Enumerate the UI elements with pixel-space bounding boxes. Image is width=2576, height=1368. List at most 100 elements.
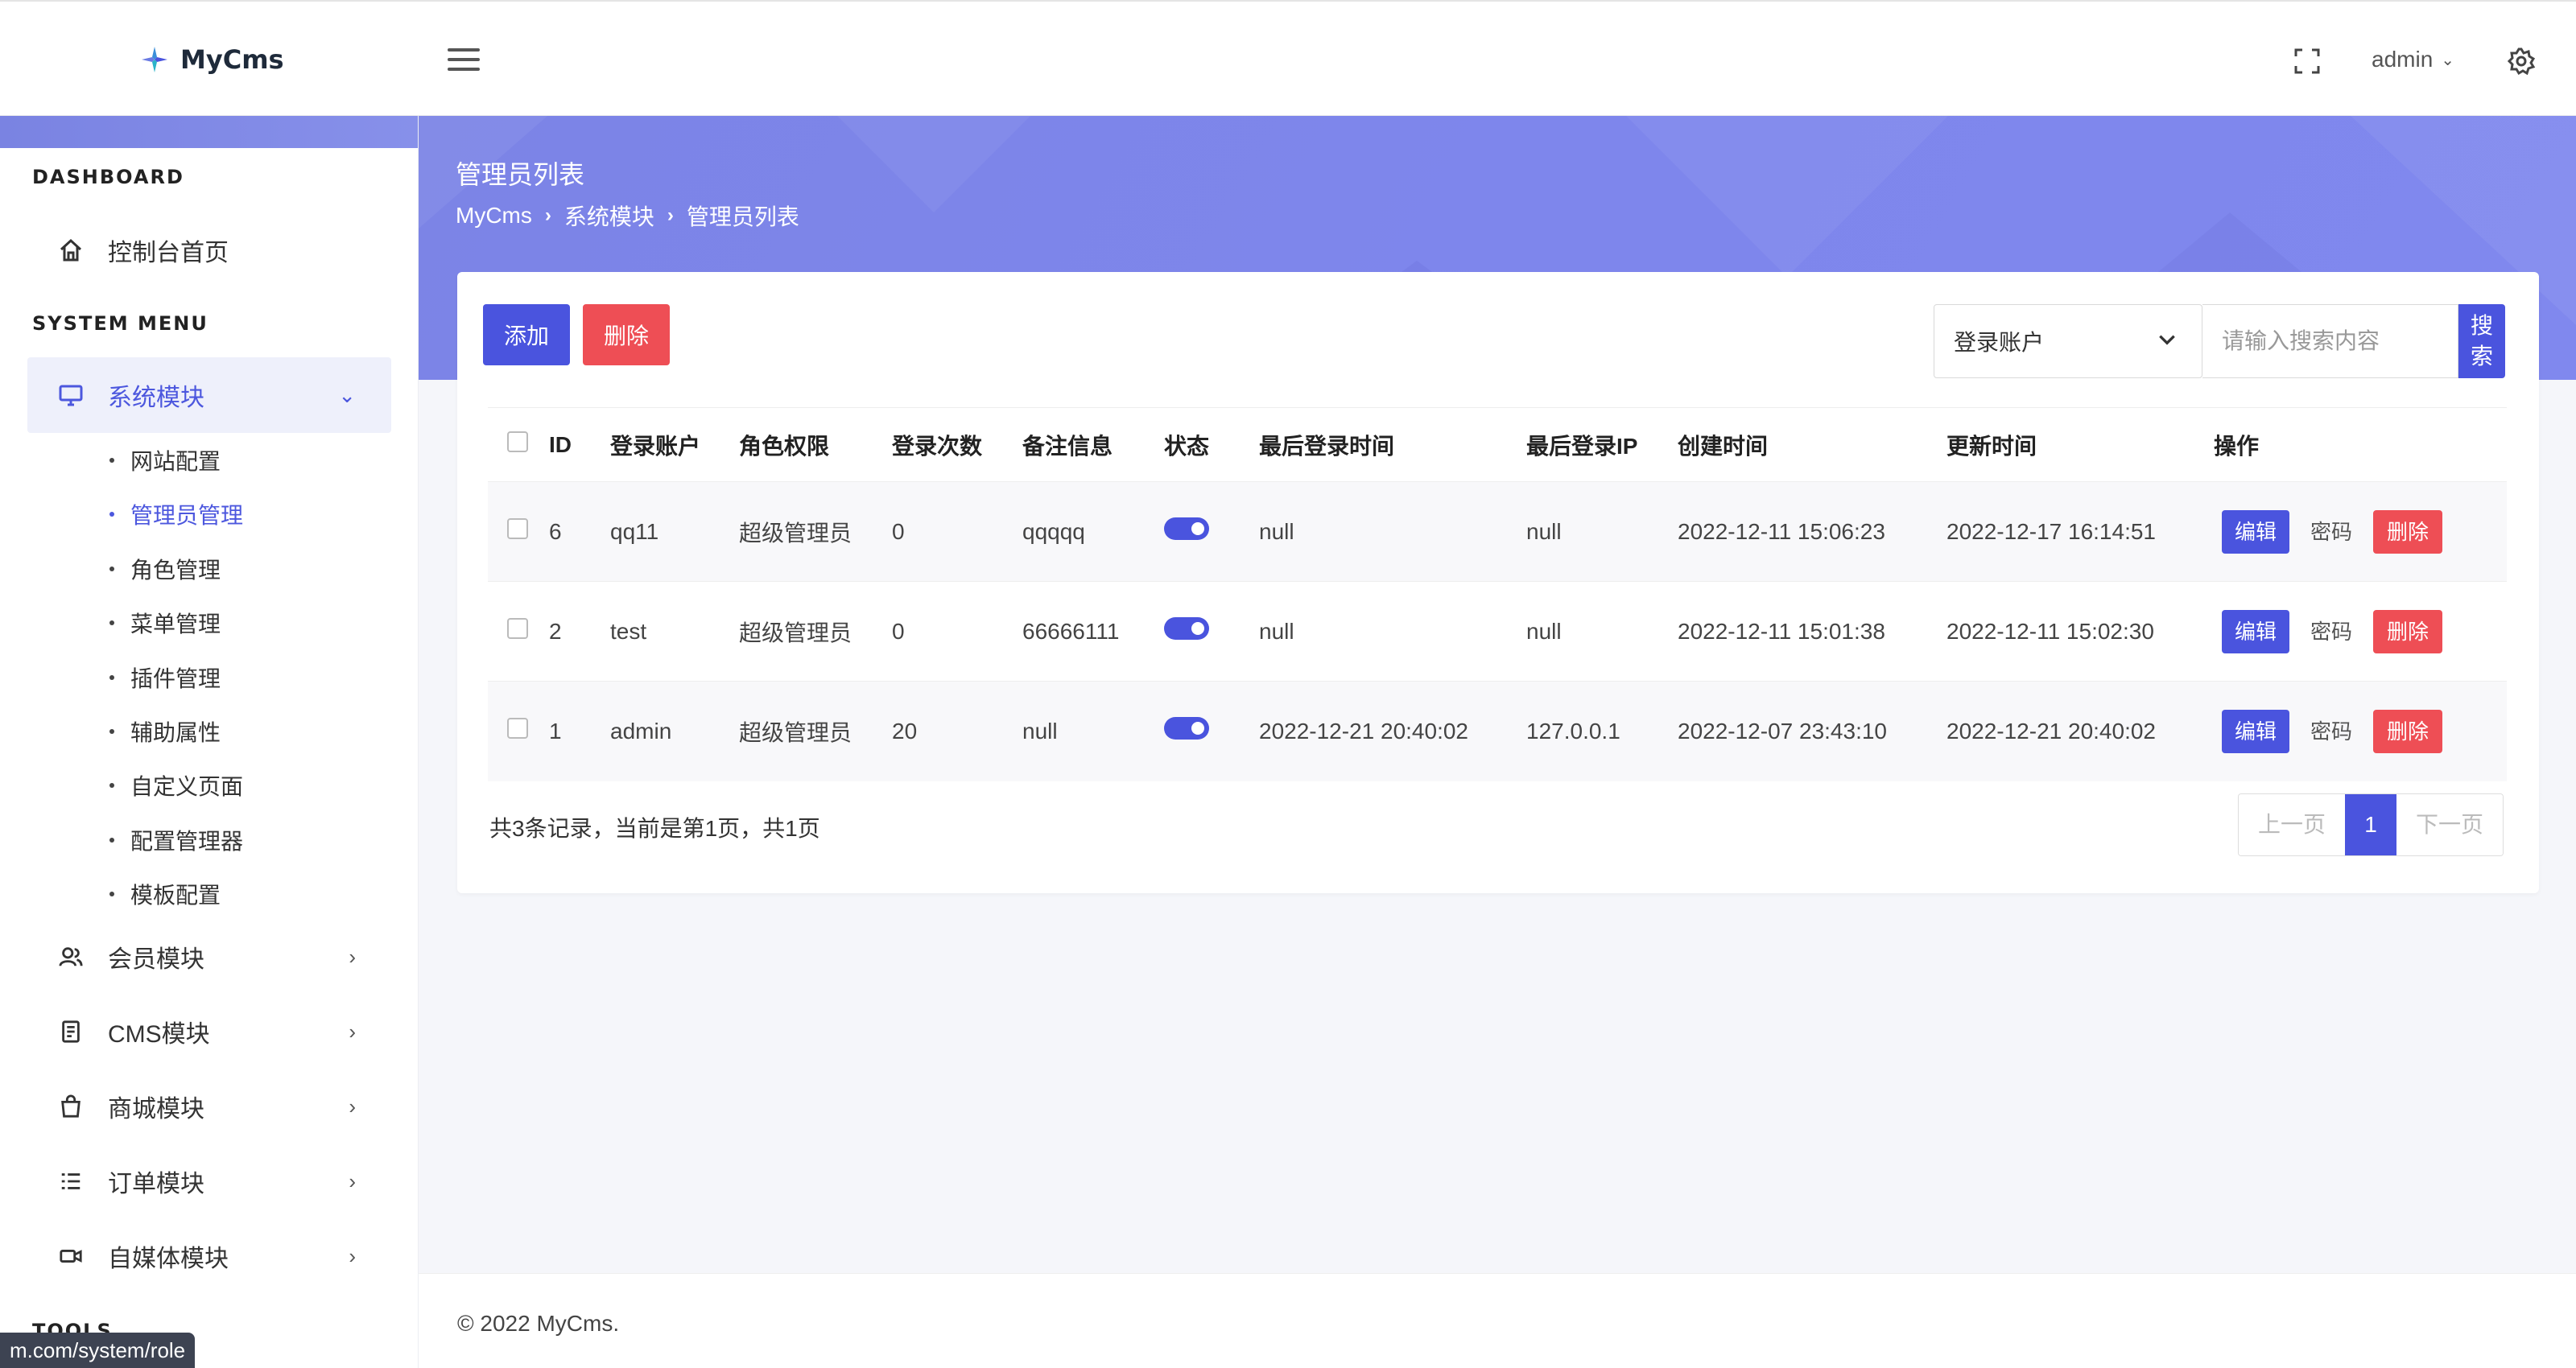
prev-page-button[interactable]: 上一页 (2239, 794, 2345, 855)
cell-last-ip: null (1526, 481, 1678, 582)
sidebar-sub-item[interactable]: 模板配置 (109, 878, 221, 910)
status-toggle[interactable] (1164, 617, 1209, 640)
row-checkbox[interactable] (507, 718, 528, 740)
cell-last-ip: null (1526, 581, 1678, 682)
sidebar-sub-item[interactable]: 辅助属性 (109, 715, 221, 748)
status-toggle[interactable] (1164, 717, 1209, 740)
sidebar-item-member[interactable]: 会员模块 › (27, 919, 391, 995)
bullet-icon (109, 512, 114, 517)
cell-last-login: null (1259, 481, 1526, 582)
password-button[interactable]: 密码 (2297, 510, 2365, 554)
cell-updated: 2022-12-21 20:40:02 (1946, 681, 2214, 781)
sidebar-item-order[interactable]: 订单模块 › (27, 1143, 391, 1219)
delete-button[interactable]: 删除 (583, 304, 670, 365)
section-title-dashboard: DASHBOARD (32, 166, 184, 188)
cell-updated: 2022-12-11 15:02:30 (1946, 581, 2214, 682)
pagination: 上一页 1 下一页 (2238, 793, 2504, 856)
chevron-right-icon: › (544, 204, 551, 226)
header-select-all (488, 407, 549, 482)
sidebar-sub-item-active[interactable]: 管理员管理 (109, 498, 243, 530)
header-cell: 最后登录时间 (1259, 407, 1526, 482)
shopping-bag-icon (56, 1092, 85, 1121)
row-checkbox[interactable] (507, 618, 528, 639)
sidebar-sub-item[interactable]: 配置管理器 (109, 824, 243, 856)
sidebar-item-media[interactable]: 自媒体模块 › (27, 1218, 391, 1294)
header-cell: 登录账户 (610, 407, 739, 482)
edit-button[interactable]: 编辑 (2222, 609, 2289, 653)
cell-last-login: null (1259, 581, 1526, 682)
row-checkbox[interactable] (507, 518, 528, 539)
document-icon (56, 1017, 85, 1046)
breadcrumb: MyCms › 系统模块 › 管理员列表 (456, 200, 799, 232)
gear-icon[interactable] (2507, 47, 2536, 76)
sub-item-label: 自定义页面 (130, 774, 244, 799)
logo-text: MyCms (180, 44, 284, 75)
sidebar-sub-item[interactable]: 自定义页面 (109, 769, 243, 801)
sidebar-item-system[interactable]: 系统模块 ⌄ (27, 357, 391, 433)
page-number-current[interactable]: 1 (2345, 794, 2396, 855)
row-delete-button[interactable]: 删除 (2373, 709, 2442, 753)
breadcrumb-item[interactable]: MyCms (456, 203, 532, 229)
sidebar-item-shop[interactable]: 商城模块 › (27, 1069, 391, 1144)
search-field-select[interactable]: 登录账户 (1934, 304, 2202, 378)
list-icon (56, 1167, 85, 1196)
cell-note: 66666111 (1022, 581, 1164, 682)
sidebar-item-dashboard[interactable]: 控制台首页 (27, 212, 391, 288)
sidebar-item-label: 商城模块 (108, 1096, 204, 1123)
chevron-down-icon (2157, 329, 2178, 356)
search-input[interactable] (2202, 304, 2458, 378)
cell-updated: 2022-12-17 16:14:51 (1946, 481, 2214, 582)
breadcrumb-item[interactable]: 系统模块 (564, 200, 654, 232)
sidebar-sub-item[interactable]: 网站配置 (109, 444, 221, 476)
menu-toggle-icon[interactable] (448, 48, 480, 72)
home-icon (56, 236, 85, 265)
add-button[interactable]: 添加 (483, 304, 570, 365)
bullet-icon (109, 458, 114, 463)
cell-created: 2022-12-07 23:43:10 (1678, 681, 1946, 781)
status-toggle[interactable] (1164, 517, 1209, 540)
row-delete-button[interactable]: 删除 (2373, 509, 2442, 554)
cell-id: 1 (549, 681, 610, 781)
breadcrumb-item-current: 管理员列表 (686, 204, 799, 229)
sidebar-item-label: 会员模块 (108, 946, 204, 973)
user-name: admin (2372, 47, 2434, 72)
password-button[interactable]: 密码 (2297, 710, 2365, 753)
cell-created: 2022-12-11 15:06:23 (1678, 481, 1946, 582)
sidebar-item-cms[interactable]: CMS模块 › (27, 994, 391, 1069)
sidebar-header-band (0, 116, 418, 148)
header-cell: ID (549, 407, 610, 482)
fullscreen-icon[interactable] (2294, 48, 2320, 74)
sidebar-item-label: 控制台首页 (108, 240, 229, 266)
cell-created: 2022-12-11 15:01:38 (1678, 581, 1946, 682)
user-menu[interactable]: admin ⌄ (2372, 47, 2454, 72)
sub-item-label: 模板配置 (130, 883, 221, 908)
select-all-checkbox[interactable] (507, 431, 528, 452)
row-delete-button[interactable]: 删除 (2373, 609, 2442, 653)
sub-item-label: 插件管理 (130, 666, 221, 691)
sidebar-sub-item[interactable]: 菜单管理 (109, 607, 221, 639)
status-bar-url: m.com/system/role (0, 1333, 196, 1368)
edit-button[interactable]: 编辑 (2222, 509, 2289, 554)
password-button[interactable]: 密码 (2297, 610, 2365, 653)
chevron-right-icon: › (667, 204, 674, 226)
pagination-summary: 共3条记录，当前是第1页，共1页 (489, 816, 820, 841)
edit-button[interactable]: 编辑 (2222, 709, 2289, 753)
table-header-row: ID 登录账户 角色权限 登录次数 备注信息 状态 最后登录时间 最后登录IP … (488, 407, 2507, 482)
sidebar-item-label: 系统模块 (108, 385, 204, 411)
chevron-right-icon: › (349, 1019, 356, 1044)
next-page-button[interactable]: 下一页 (2396, 794, 2503, 855)
header-cell: 最后登录IP (1526, 407, 1678, 482)
section-title-system: SYSTEM MENU (32, 312, 208, 335)
cell-logins: 0 (892, 481, 1022, 582)
chevron-right-icon: › (349, 1094, 356, 1119)
cell-ops: 编辑 密码 删除 (2214, 681, 2507, 781)
sidebar: DASHBOARD 控制台首页 SYSTEM MENU 系统模块 ⌄ 网站配置 … (0, 116, 419, 1368)
search-button[interactable]: 搜索 (2458, 304, 2505, 378)
bullet-icon (109, 783, 114, 788)
cell-account: admin (610, 681, 739, 781)
chevron-down-icon: ⌄ (338, 382, 356, 407)
sidebar-sub-item[interactable]: 角色管理 (109, 553, 221, 585)
sidebar-sub-item[interactable]: 插件管理 (109, 661, 221, 694)
cell-logins: 0 (892, 581, 1022, 682)
logo[interactable]: MyCms (138, 43, 284, 76)
